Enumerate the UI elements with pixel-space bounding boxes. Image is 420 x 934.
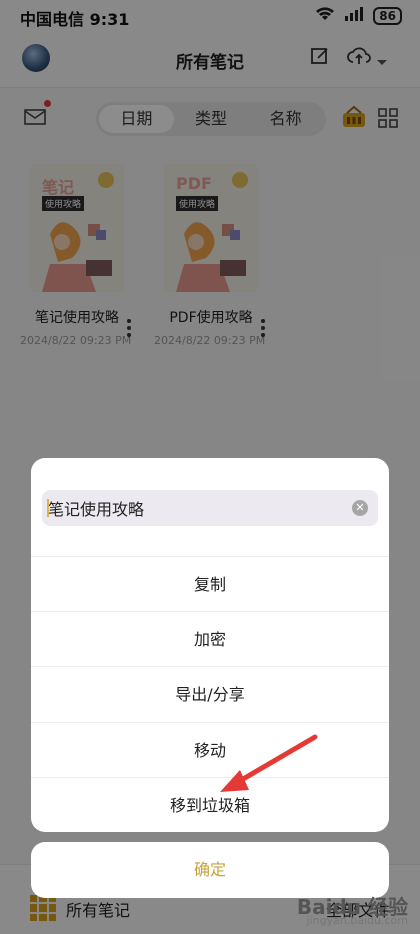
baidu-watermark: Baidu 经验 jingyan.baidu.com [296,895,408,928]
watermark-url: jingyan.baidu.com [306,914,408,927]
red-arrow-annotation [220,734,318,792]
watermark-brand: Baidu 经验 [296,895,408,919]
